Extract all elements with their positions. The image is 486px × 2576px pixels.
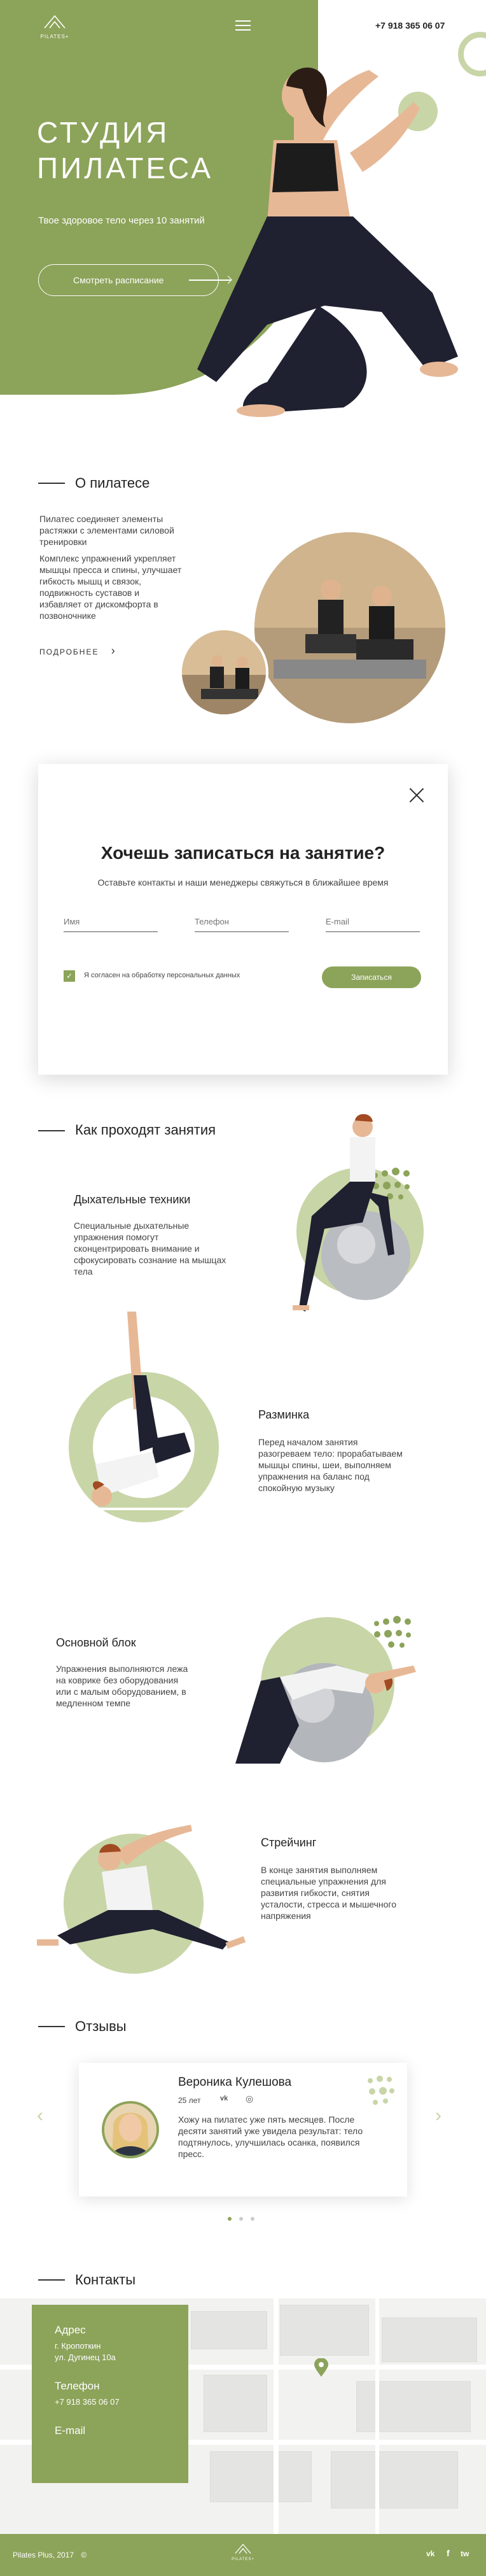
- phone-label: Телефон: [55, 2380, 100, 2392]
- schedule-button-label: Смотреть расписание: [73, 275, 164, 285]
- step-title-stretching: Стрейчинг: [261, 1836, 317, 1849]
- step-photo-breathing: [286, 1114, 439, 1324]
- reviews-title: Отзывы: [75, 2018, 127, 2034]
- form-title: Хочешь записаться на занятие?: [101, 843, 385, 863]
- avatar: [102, 2101, 159, 2158]
- name-field[interactable]: [64, 912, 158, 932]
- step-text-stretching: В конце занятия выполняем специальные уп…: [261, 1865, 397, 1921]
- step-photo-main: [223, 1630, 426, 1770]
- close-icon[interactable]: [408, 787, 425, 803]
- phone-field[interactable]: [195, 912, 289, 932]
- copyright: Pilates Plus, 2017 ©: [13, 2551, 87, 2559]
- footer: Pilates Plus, 2017 © PILATES+ vk f tw: [0, 2534, 486, 2576]
- phone-value[interactable]: +7 918 365 06 07: [55, 2396, 165, 2408]
- contact-card: Адрес г. Кропоткин ул. Дугинец 10а Телефо…: [32, 2305, 188, 2483]
- step-title-main: Основной блок: [56, 1636, 136, 1649]
- step-title-breathing: Дыхательные техники: [74, 1193, 191, 1206]
- instagram-icon[interactable]: ◎: [246, 2093, 253, 2104]
- signup-form: Хочешь записаться на занятие? Оставьте к…: [38, 764, 448, 1075]
- section-divider: [38, 1130, 65, 1131]
- section-divider: [38, 2026, 65, 2027]
- logo-text: PILATES+: [40, 34, 69, 39]
- pager-dot[interactable]: [251, 2217, 254, 2221]
- copyright-icon: ©: [81, 2551, 87, 2559]
- section-divider: [38, 2279, 65, 2281]
- schedule-button[interactable]: Смотреть расписание: [38, 264, 231, 296]
- address-value: г. Кропоткин ул. Дугинец 10а: [55, 2341, 116, 2362]
- twitter-icon[interactable]: tw: [461, 2549, 469, 2558]
- chevron-right-icon: ›: [111, 644, 116, 657]
- about-more-link[interactable]: ПОДРОБНЕЕ ›: [39, 644, 116, 658]
- map-pin-icon: [314, 2358, 328, 2377]
- footer-logo[interactable]: PILATES+: [229, 2543, 257, 2561]
- step-title-warmup: Разминка: [258, 1408, 310, 1421]
- decor-dots: [368, 2076, 399, 2107]
- reviews-pager: [228, 2217, 260, 2221]
- step-text-main: Упражнения выполняются лежа на коврике б…: [56, 1664, 188, 1708]
- facebook-icon[interactable]: f: [447, 2548, 450, 2558]
- consent-label: Я согласен на обработку персональных дан…: [84, 972, 240, 979]
- step-text-warmup: Перед началом занятия разогреваем тело: …: [258, 1437, 403, 1493]
- submit-button[interactable]: Записаться: [322, 966, 421, 988]
- email-field[interactable]: [326, 912, 420, 932]
- step-photo-warmup: [83, 1305, 210, 1547]
- review-text: Хожу на пилатес уже пять месяцев. После …: [178, 2114, 363, 2159]
- form-subtitle: Оставьте контакты и наши менеджеры свяжу…: [97, 877, 389, 888]
- vk-icon[interactable]: vk: [220, 2095, 228, 2102]
- logo-icon: [44, 15, 66, 29]
- address-label: Адрес: [55, 2324, 86, 2336]
- hero-title: СТУДИЯ ПИЛАТЕСА: [37, 116, 214, 185]
- chevron-left-icon[interactable]: ‹: [37, 2106, 43, 2125]
- arrow-right-icon: [189, 280, 231, 281]
- about-title: О пилатесе: [75, 475, 150, 491]
- pager-dot-active[interactable]: [228, 2217, 232, 2221]
- about-paragraph-2: Комплекс упражнений укрепляет мышцы прес…: [39, 553, 182, 621]
- logo[interactable]: PILATES+: [37, 14, 73, 43]
- reviewer-name: Вероника Кулешова: [178, 2076, 292, 2089]
- pager-dot[interactable]: [239, 2217, 243, 2221]
- about-photo-large: [254, 532, 445, 723]
- section-divider: [38, 483, 65, 484]
- check-icon[interactable]: ✓: [64, 970, 75, 982]
- process-title: Как проходят занятия: [75, 1122, 216, 1138]
- hero-subtitle: Твое здоровое тело через 10 занятий: [38, 215, 205, 226]
- about-photo-small: [179, 628, 268, 717]
- reviewer-age: 25 лет: [178, 2096, 201, 2105]
- about-paragraph-1: Пилатес соединяет элементы растяжки с эл…: [39, 514, 174, 547]
- review-card: Вероника Кулешова 25 лет vk ◎ Хожу на пи…: [79, 2063, 407, 2197]
- chevron-right-icon[interactable]: ›: [435, 2106, 441, 2125]
- logo-icon: [235, 2544, 251, 2554]
- email-label[interactable]: E-mail: [55, 2424, 165, 2437]
- step-photo-stretching: [19, 1808, 274, 1974]
- hero-photo: [159, 25, 477, 420]
- vk-icon[interactable]: vk: [426, 2549, 434, 2558]
- step-text-breathing: Специальные дыхательные упражнения помог…: [74, 1221, 226, 1277]
- contacts-title: Контакты: [75, 2272, 136, 2288]
